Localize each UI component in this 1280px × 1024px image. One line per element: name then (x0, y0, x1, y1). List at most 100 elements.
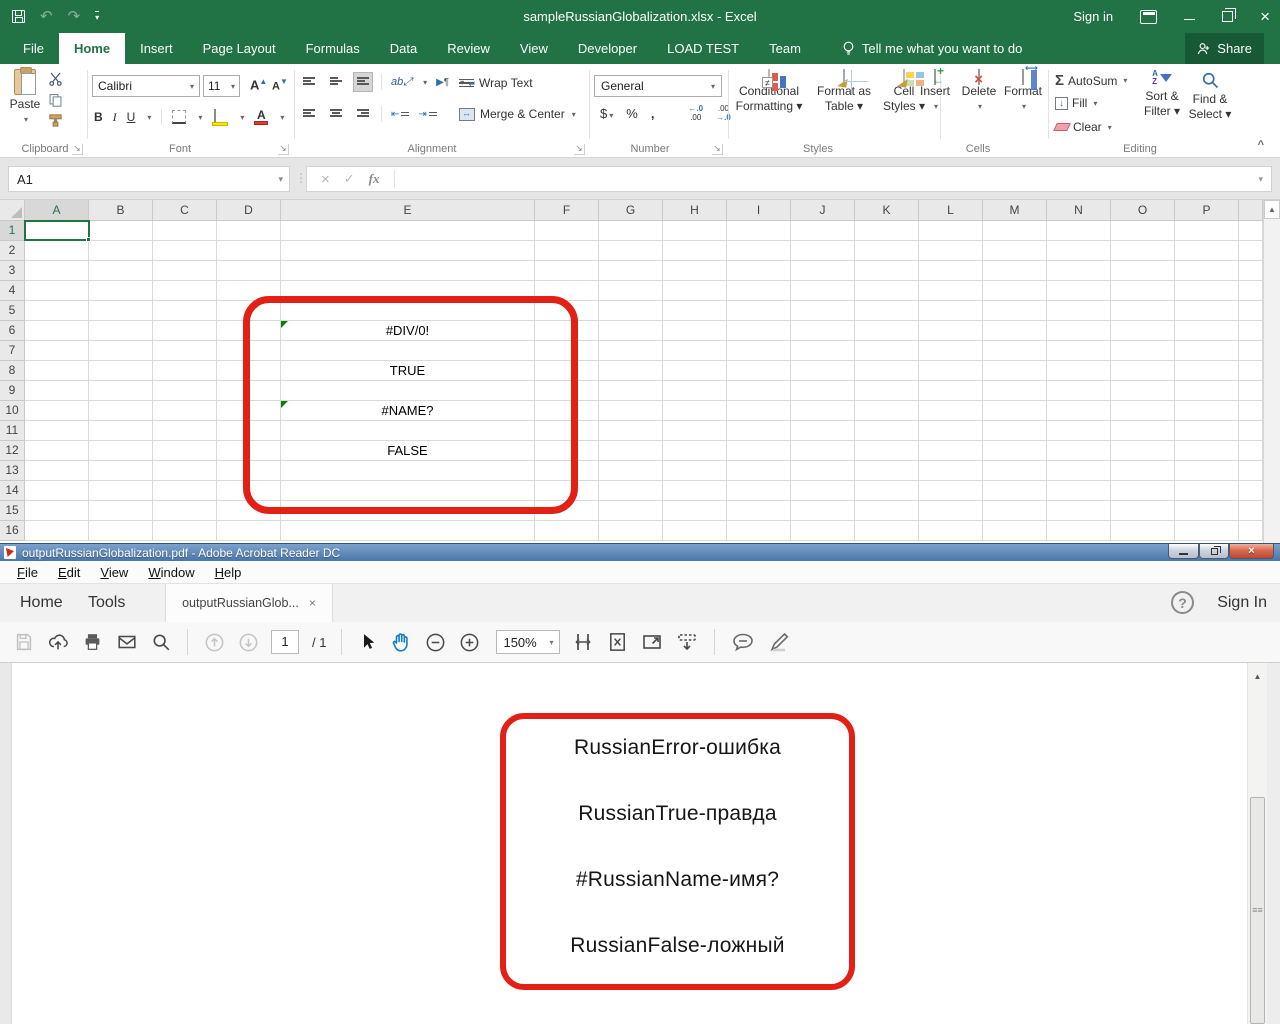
format-painter-icon[interactable] (48, 114, 63, 127)
cell-B7[interactable] (89, 341, 153, 361)
cell-N10[interactable] (1047, 401, 1111, 421)
cell-J12[interactable] (791, 441, 855, 461)
conditional-formatting-button[interactable]: ≠ ConditionalFormatting ▾ (733, 70, 805, 114)
cell-A2[interactable] (25, 241, 89, 261)
top-align-button[interactable] (300, 73, 318, 91)
cell-P8[interactable] (1175, 361, 1239, 381)
cell-N2[interactable] (1047, 241, 1111, 261)
cell-K1[interactable] (855, 221, 919, 241)
cell-K6[interactable] (855, 321, 919, 341)
cell-N7[interactable] (1047, 341, 1111, 361)
cell-H3[interactable] (663, 261, 727, 281)
cell-L5[interactable] (919, 301, 983, 321)
column-header-H[interactable]: H (663, 200, 727, 221)
cell-L8[interactable] (919, 361, 983, 381)
cell-L16[interactable] (919, 521, 983, 541)
cell-B16[interactable] (89, 521, 153, 541)
delete-cells-button[interactable]: × Delete ▾ (956, 70, 1002, 112)
cell-H6[interactable] (663, 321, 727, 341)
cell-P11[interactable] (1175, 421, 1239, 441)
ribbon-tab-team[interactable]: Team (754, 33, 816, 64)
orientation-icon[interactable]: ab⤢ (391, 76, 412, 89)
cell-L1[interactable] (919, 221, 983, 241)
cell-G2[interactable] (599, 241, 663, 261)
row-header-6[interactable]: 6 (0, 321, 25, 341)
column-header-A[interactable]: A (25, 200, 89, 221)
cell-P1[interactable] (1175, 221, 1239, 241)
underline-button[interactable]: U (127, 110, 136, 124)
column-header-partial[interactable] (1239, 200, 1263, 221)
excel-restore-button[interactable] (1222, 11, 1233, 22)
cell-G7[interactable] (599, 341, 663, 361)
cell-I14[interactable] (727, 481, 791, 501)
row-header-12[interactable]: 12 (0, 441, 25, 461)
cell-L4[interactable] (919, 281, 983, 301)
cell-J16[interactable] (791, 521, 855, 541)
cell-I12[interactable] (727, 441, 791, 461)
cell-K4[interactable] (855, 281, 919, 301)
cell-J3[interactable] (791, 261, 855, 281)
cell-I7[interactable] (727, 341, 791, 361)
cell-C5[interactable] (153, 301, 217, 321)
hand-tool-icon[interactable] (389, 630, 413, 654)
cell-E2[interactable] (281, 241, 535, 261)
cell-L14[interactable] (919, 481, 983, 501)
menu-window[interactable]: Window (139, 565, 203, 580)
row-header-7[interactable]: 7 (0, 341, 25, 361)
fullscreen-icon[interactable] (640, 630, 664, 654)
excel-close-button[interactable]: × (1260, 8, 1270, 25)
share-button[interactable]: Share (1185, 33, 1264, 64)
ribbon-tab-home[interactable]: Home (59, 33, 125, 64)
formula-bar-expand-icon[interactable]: ▾ (1258, 174, 1263, 185)
acrobat-minimize-button[interactable] (1168, 544, 1199, 559)
currency-button[interactable]: $▾ (600, 106, 613, 121)
cell-N3[interactable] (1047, 261, 1111, 281)
cell-A3[interactable] (25, 261, 89, 281)
cell-I8[interactable] (727, 361, 791, 381)
format-cells-button[interactable]: ⟷ Format ▾ (1000, 70, 1046, 112)
cell-N4[interactable] (1047, 281, 1111, 301)
column-header-K[interactable]: K (855, 200, 919, 221)
column-header-I[interactable]: I (727, 200, 791, 221)
cell-K7[interactable] (855, 341, 919, 361)
cell-I4[interactable] (727, 281, 791, 301)
increase-indent-icon[interactable]: ⇥ (418, 109, 436, 120)
alignment-dialog-launcher[interactable]: ↘ (574, 144, 585, 155)
cell-G16[interactable] (599, 521, 663, 541)
cell-I11[interactable] (727, 421, 791, 441)
cell-partial[interactable] (1239, 421, 1263, 441)
cell-P6[interactable] (1175, 321, 1239, 341)
font-name-select[interactable]: Calibri▾ (92, 75, 200, 97)
column-header-N[interactable]: N (1047, 200, 1111, 221)
ribbon-tab-developer[interactable]: Developer (563, 33, 652, 64)
ribbon-tab-formulas[interactable]: Formulas (291, 33, 375, 64)
cell-E16[interactable] (281, 521, 535, 541)
cell-H4[interactable] (663, 281, 727, 301)
ribbon-tab-data[interactable]: Data (375, 33, 432, 64)
cell-M4[interactable] (983, 281, 1047, 301)
cell-L10[interactable] (919, 401, 983, 421)
cell-P3[interactable] (1175, 261, 1239, 281)
cell-I9[interactable] (727, 381, 791, 401)
cell-H15[interactable] (663, 501, 727, 521)
cell-K2[interactable] (855, 241, 919, 261)
cell-N5[interactable] (1047, 301, 1111, 321)
cell-A9[interactable] (25, 381, 89, 401)
orientation-dropdown-icon[interactable]: ▾ (423, 78, 427, 87)
ribbon-tab-page-layout[interactable]: Page Layout (188, 33, 291, 64)
cell-partial[interactable] (1239, 501, 1263, 521)
cell-J7[interactable] (791, 341, 855, 361)
comma-button[interactable]: , (651, 106, 655, 121)
cut-icon[interactable] (48, 72, 63, 86)
fill-color-icon[interactable] (212, 110, 228, 125)
cell-C15[interactable] (153, 501, 217, 521)
search-icon[interactable] (150, 631, 172, 653)
cell-M8[interactable] (983, 361, 1047, 381)
cell-C8[interactable] (153, 361, 217, 381)
cell-I5[interactable] (727, 301, 791, 321)
cell-H11[interactable] (663, 421, 727, 441)
cell-I13[interactable] (727, 461, 791, 481)
print-icon[interactable] (81, 631, 104, 653)
shrink-font-button[interactable]: A▼ (272, 77, 288, 92)
cell-partial[interactable] (1239, 461, 1263, 481)
